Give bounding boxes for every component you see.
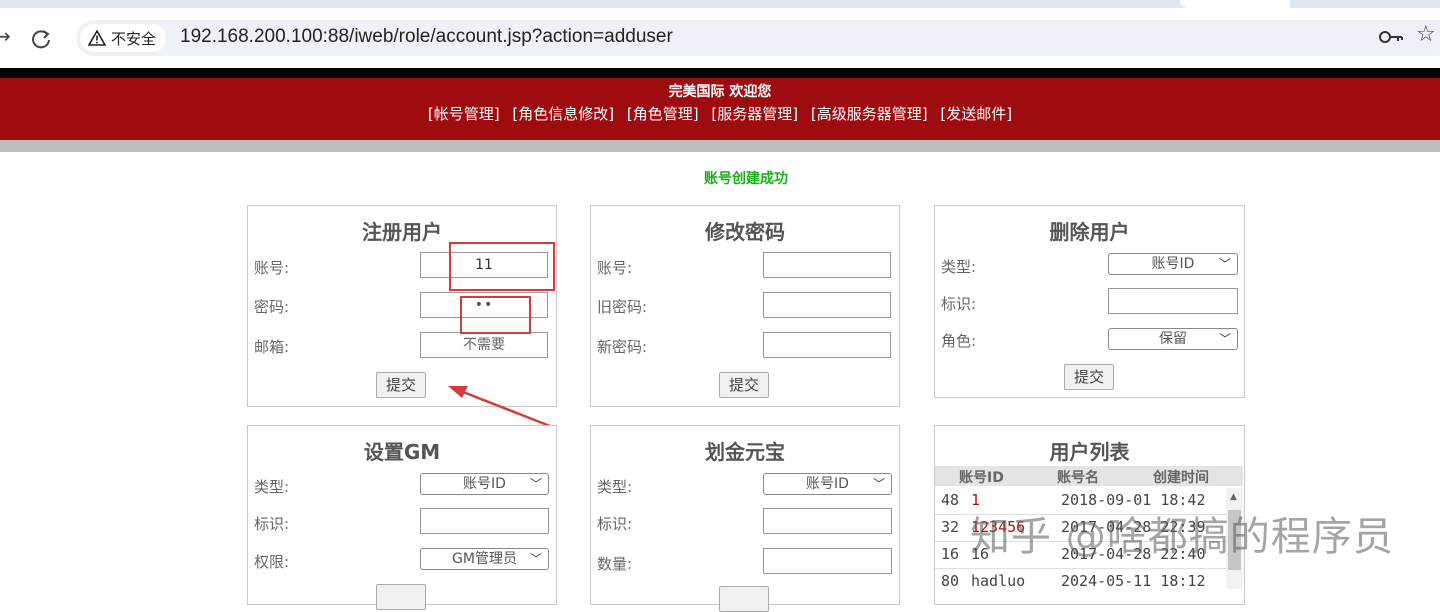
- cell-account-id: 16: [941, 545, 960, 563]
- set-gm-submit-button[interactable]: [376, 584, 426, 610]
- account-input[interactable]: [763, 252, 891, 278]
- cell-account-id: 32: [941, 518, 960, 536]
- main-menu: [帐号管理] [角色信息修改] [角色管理] [服务器管理] [高级服务器管理]…: [0, 103, 1440, 124]
- column-header-created-time: 创建时间: [1153, 470, 1209, 486]
- account-label: 账号:: [597, 259, 633, 277]
- chevron-down-icon: ﹀: [872, 477, 885, 491]
- highlight-box-account: [449, 242, 555, 291]
- type-select-value: 账号ID: [1151, 256, 1195, 272]
- welcome-text: 完美国际 欢迎您: [668, 84, 772, 100]
- quantity-label: 数量:: [597, 555, 633, 573]
- address-bar[interactable]: 不安全 192.168.200.100:88/iweb/role/account…: [76, 20, 1440, 56]
- key-icon[interactable]: [1378, 28, 1404, 46]
- old-password-label: 旧密码:: [597, 298, 648, 316]
- scroll-up-icon[interactable]: ▲: [1230, 492, 1237, 502]
- menu-role-info-edit[interactable]: [角色信息修改]: [512, 105, 614, 123]
- chevron-down-icon: ﹀: [529, 552, 542, 566]
- menu-send-mail[interactable]: [发送邮件]: [940, 105, 1012, 123]
- user-table-header: 账号ID 账号名 创建时间: [935, 466, 1243, 486]
- menu-account-management[interactable]: [帐号管理]: [428, 105, 500, 123]
- role-select[interactable]: 保留 ﹀: [1108, 328, 1238, 350]
- permission-select[interactable]: GM管理员 ﹀: [420, 548, 549, 570]
- identifier-input[interactable]: [1108, 288, 1238, 314]
- new-password-input[interactable]: [763, 332, 891, 358]
- chevron-down-icon: ﹀: [1218, 332, 1231, 346]
- new-password-label: 新密码:: [597, 338, 648, 356]
- type-select[interactable]: 账号ID ﹀: [420, 473, 549, 495]
- password-label: 密码:: [254, 298, 290, 316]
- panel-title: 修改密码: [705, 220, 785, 244]
- type-label: 类型:: [941, 258, 977, 276]
- success-message: 账号创建成功: [704, 171, 788, 187]
- top-black-bar: [0, 68, 1440, 78]
- type-select-value: 账号ID: [463, 476, 506, 492]
- type-select[interactable]: 账号ID ﹀: [763, 473, 892, 495]
- identifier-label: 标识:: [597, 515, 633, 533]
- panel-title: 注册用户: [362, 220, 442, 244]
- type-select[interactable]: 账号ID ﹀: [1108, 253, 1238, 275]
- transfer-gold-panel: 划金元宝 类型: 账号ID ﹀ 标识: 数量:: [590, 425, 900, 612]
- email-label: 邮箱:: [254, 338, 290, 356]
- permission-label: 权限:: [254, 553, 290, 571]
- panel-title: 删除用户: [1049, 220, 1130, 244]
- permission-select-value: GM管理员: [452, 551, 517, 567]
- tab-edge: [1180, 0, 1290, 8]
- identifier-input[interactable]: [763, 508, 892, 534]
- account-label: 账号:: [254, 259, 290, 277]
- identifier-label: 标识:: [941, 295, 977, 313]
- chevron-down-icon: ﹀: [529, 477, 542, 491]
- reload-icon[interactable]: [30, 28, 52, 50]
- change-password-submit-button[interactable]: 提交: [719, 372, 769, 398]
- email-input[interactable]: 不需要: [420, 332, 548, 358]
- identifier-label: 标识:: [254, 515, 290, 533]
- delete-user-submit-button[interactable]: 提交: [1064, 364, 1114, 390]
- cell-account-id: 48: [941, 491, 960, 509]
- transfer-gold-submit-button[interactable]: [719, 586, 769, 612]
- menu-role-management[interactable]: [角色管理]: [627, 105, 699, 123]
- back-arrow-icon[interactable]: →: [0, 24, 11, 48]
- quantity-input[interactable]: [763, 548, 892, 574]
- warning-icon: [88, 30, 106, 46]
- identifier-input[interactable]: [420, 508, 549, 534]
- browser-tab-strip: [0, 0, 1440, 8]
- cell-account-id: 80: [941, 572, 960, 590]
- security-chip[interactable]: 不安全: [80, 24, 167, 52]
- chevron-down-icon: ﹀: [1218, 257, 1231, 271]
- type-label: 类型:: [254, 478, 290, 496]
- cell-created-time: 2024-05-11 18:12: [1061, 572, 1206, 590]
- browser-toolbar: → 不安全 192.168.200.100:88/iweb/role/accou…: [0, 8, 1440, 68]
- watermark-text: 知乎 @啥都搞的程序员: [970, 514, 1394, 560]
- type-select-value: 账号ID: [806, 476, 849, 492]
- url-text[interactable]: 192.168.200.100:88/iweb/role/account.jsp…: [180, 26, 673, 48]
- change-password-panel: 修改密码 账号: 旧密码: 新密码: 提交: [590, 205, 900, 407]
- role-select-value: 保留: [1159, 331, 1187, 347]
- panel-title: 设置GM: [363, 440, 441, 464]
- header-gray-divider: [0, 140, 1440, 152]
- menu-advanced-server-management[interactable]: [高级服务器管理]: [811, 105, 928, 123]
- role-label: 角色:: [941, 332, 977, 350]
- security-label: 不安全: [111, 29, 157, 48]
- menu-server-management[interactable]: [服务器管理]: [711, 105, 798, 123]
- star-icon[interactable]: ☆: [1416, 22, 1436, 47]
- cell-account-name[interactable]: hadluo: [971, 572, 1025, 590]
- panel-title: 用户列表: [1049, 440, 1130, 464]
- highlight-box-password: [460, 296, 531, 334]
- register-submit-button[interactable]: 提交: [376, 372, 426, 398]
- delete-user-panel: 删除用户 类型: 账号ID ﹀ 标识: 角色: 保留 ﹀ 提交: [934, 205, 1245, 398]
- old-password-input[interactable]: [763, 292, 891, 318]
- set-gm-panel: 设置GM 类型: 账号ID ﹀ 标识: 权限: GM管理员 ﹀: [247, 425, 557, 610]
- column-header-account-name: 账号名: [1057, 470, 1099, 486]
- site-header: 完美国际 欢迎您 [帐号管理] [角色信息修改] [角色管理] [服务器管理] …: [0, 78, 1440, 140]
- table-row[interactable]: 80 hadluo 2024-05-11 18:12: [935, 569, 1227, 595]
- panel-title: 划金元宝: [705, 440, 785, 464]
- type-label: 类型:: [597, 478, 633, 496]
- column-header-account-id: 账号ID: [959, 470, 1004, 486]
